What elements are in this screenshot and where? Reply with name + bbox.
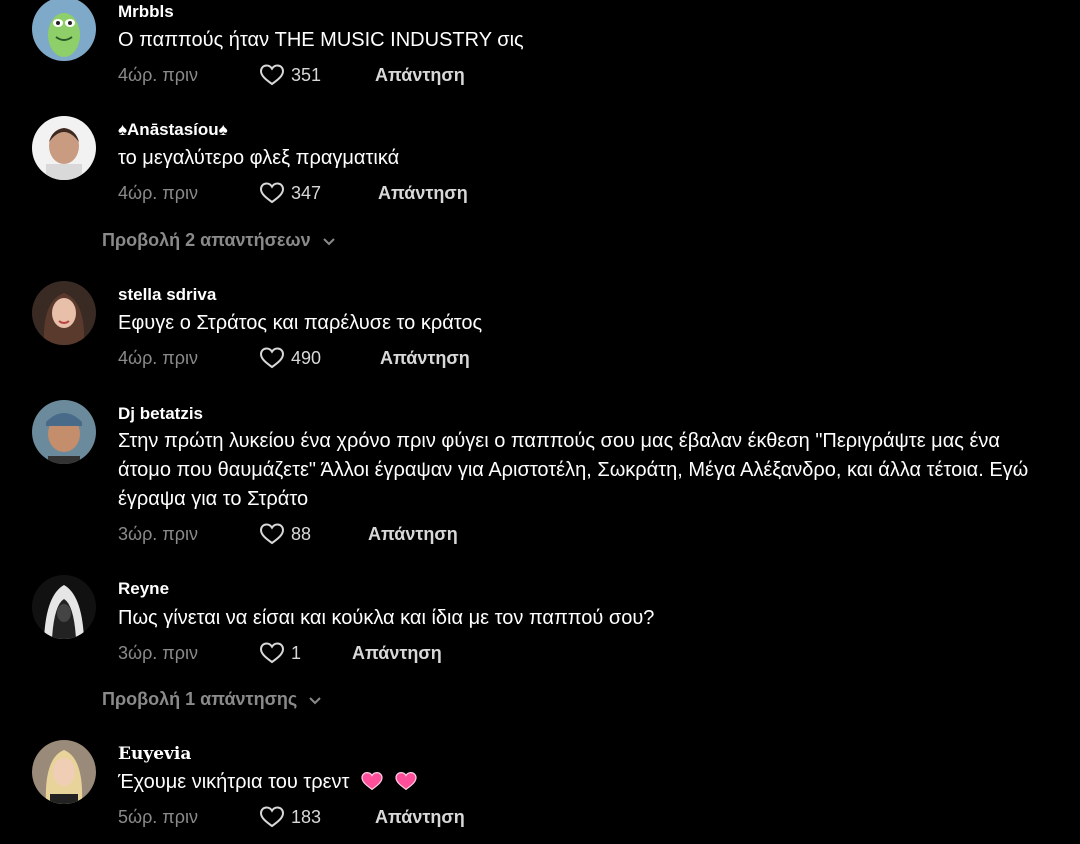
comment-time: 4ώρ. πριν xyxy=(118,182,198,203)
comment-text-body: Έχουμε νικήτρια του τρεντ xyxy=(118,771,350,793)
comment-time: 5ώρ. πριν xyxy=(118,806,198,827)
comment-username[interactable]: Dj betatzis xyxy=(118,404,203,424)
like-count: 351 xyxy=(291,64,322,85)
comment-text: το μεγαλύτερο φλεξ πραγματικά xyxy=(118,147,400,169)
comment-username[interactable]: ♠Anāstasíou♠ xyxy=(118,120,228,140)
like-button[interactable]: 1 xyxy=(259,641,301,665)
like-count: 347 xyxy=(291,182,322,203)
view-replies-label: Προβολή 2 απαντήσεων xyxy=(102,230,311,250)
like-button[interactable]: 88 xyxy=(259,522,311,546)
heart-outline-icon xyxy=(259,523,285,545)
heart-outline-icon xyxy=(259,642,285,664)
view-replies-button[interactable]: Προβολή 1 απάντησης xyxy=(102,689,323,710)
heart-outline-icon xyxy=(259,182,285,204)
reply-button[interactable]: Απάντηση xyxy=(375,807,465,828)
comment-username[interactable]: stella sdriva xyxy=(118,285,216,305)
view-replies-label: Προβολή 1 απάντησης xyxy=(102,689,298,709)
comment-time: 3ώρ. πριν xyxy=(118,523,198,544)
comment-username[interactable]: Mrbbls xyxy=(118,2,174,22)
comment-text: Στην πρώτη λυκείου ένα χρόνο πριν φύγει … xyxy=(118,430,1029,510)
reply-button[interactable]: Απάντηση xyxy=(368,524,458,545)
like-button[interactable]: 347 xyxy=(259,181,321,205)
comment-text: Εφυγε ο Στράτος και παρέλυσε το κράτος xyxy=(118,312,483,334)
like-count: 183 xyxy=(291,806,322,827)
avatar[interactable] xyxy=(32,575,96,639)
reply-button[interactable]: Απάντηση xyxy=(375,65,465,86)
pink-heart-emoji xyxy=(394,771,417,800)
like-count: 88 xyxy=(291,523,312,544)
reply-button[interactable]: Απάντηση xyxy=(352,643,442,664)
like-button[interactable]: 183 xyxy=(259,805,321,829)
reply-button[interactable]: Απάντηση xyxy=(380,348,470,369)
like-button[interactable]: 351 xyxy=(259,63,321,87)
comment-text: Πως γίνεται να είσαι και κούκλα και ίδια… xyxy=(118,607,655,629)
heart-outline-icon xyxy=(259,806,285,828)
chevron-down-icon xyxy=(322,237,335,245)
pink-heart-emoji xyxy=(361,771,383,800)
avatar[interactable] xyxy=(32,116,96,180)
comment-text: Έχουμε νικήτρια του τρεντ xyxy=(118,768,1038,800)
view-replies-button[interactable]: Προβολή 2 απαντήσεων xyxy=(102,230,337,251)
comment-username[interactable]: Reyne xyxy=(118,579,169,599)
like-count: 1 xyxy=(291,642,302,663)
comment-time: 3ώρ. πριν xyxy=(118,642,198,663)
heart-outline-icon xyxy=(259,347,285,369)
avatar[interactable] xyxy=(32,0,96,61)
like-button[interactable]: 490 xyxy=(259,346,321,370)
comment-time: 4ώρ. πριν xyxy=(118,347,198,368)
comment-text: Ο παππούς ήταν THE MUSIC INDUSTRY σις xyxy=(118,29,524,51)
comment-username[interactable]: 𝐄𝐮𝐲𝐞𝐯𝐢𝐚 xyxy=(118,744,191,764)
heart-outline-icon xyxy=(259,64,285,86)
comment-meta: 4ώρ. πριν xyxy=(118,63,198,87)
avatar[interactable] xyxy=(32,281,96,345)
comment-time: 4ώρ. πριν xyxy=(118,64,198,85)
chevron-down-icon xyxy=(309,696,321,704)
reply-button[interactable]: Απάντηση xyxy=(378,183,468,204)
avatar[interactable] xyxy=(32,740,96,804)
avatar[interactable] xyxy=(32,400,96,464)
like-count: 490 xyxy=(291,347,322,368)
